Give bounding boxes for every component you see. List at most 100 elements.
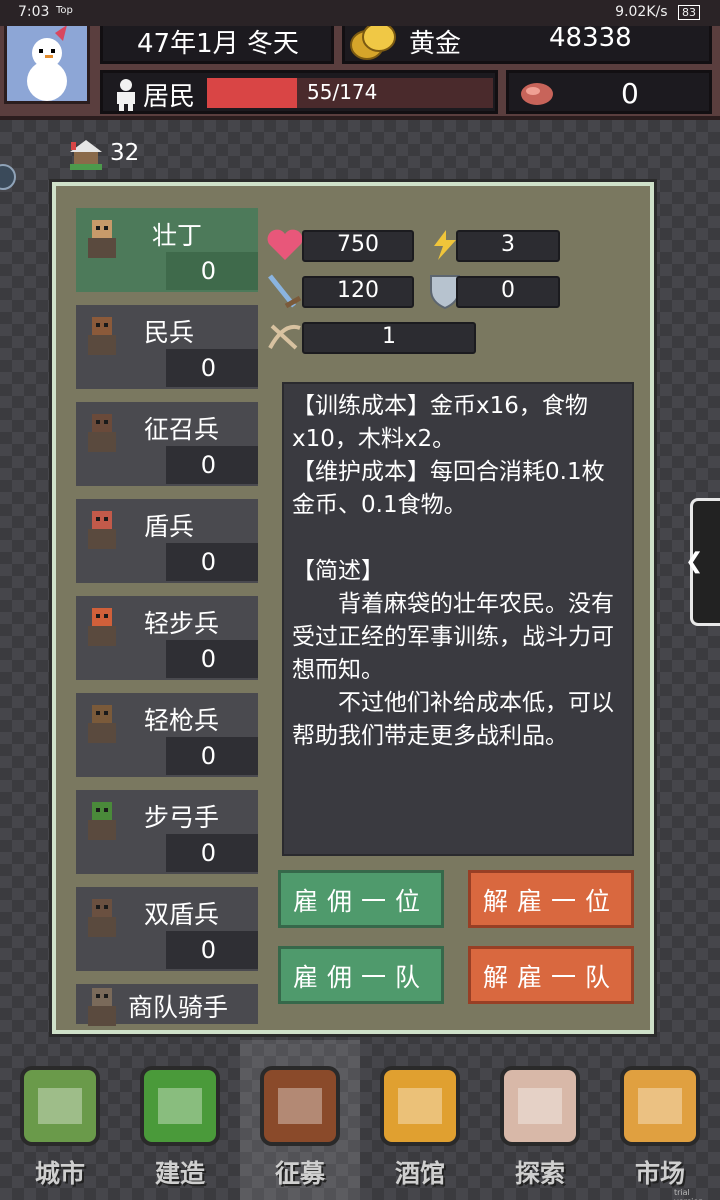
residents-value: 55/174 xyxy=(307,80,378,104)
city-icon xyxy=(14,1054,106,1158)
bottom-nav: 城市 建造 征募 酒馆 探索 市场 xyxy=(0,1040,720,1200)
stat-defense: 0 xyxy=(456,276,560,308)
nav-label: 探索 xyxy=(514,1159,565,1188)
stat-speed-value: 3 xyxy=(501,232,515,257)
map-icon xyxy=(494,1054,586,1158)
residents-progress-fill xyxy=(207,78,298,108)
unit-stats: 750 3 120 0 1 xyxy=(266,228,566,358)
stat-hp: 750 xyxy=(302,230,414,262)
nav-label: 酒馆 xyxy=(394,1159,445,1188)
residents-box: 居民 55/174 xyxy=(100,70,498,114)
light-spearman-icon xyxy=(82,703,122,745)
unit-name: 商队骑手 xyxy=(128,993,229,1022)
unit-item[interactable]: 轻枪兵 0 xyxy=(76,693,258,777)
stat-defense-value: 0 xyxy=(501,278,515,303)
unit-item[interactable]: 双盾兵 0 xyxy=(76,887,258,971)
unit-item[interactable]: 壮丁 0 xyxy=(76,208,258,292)
crossbow-icon xyxy=(266,318,304,358)
stat-hp-value: 750 xyxy=(337,232,379,257)
scale-icon xyxy=(614,1054,706,1158)
food-box: 0 xyxy=(506,70,712,114)
side-menu-icon[interactable] xyxy=(0,164,16,190)
residents-progress: 55/174 xyxy=(207,78,493,108)
date-text: 47年1月 冬天 xyxy=(137,29,299,59)
sword-icon xyxy=(266,272,304,316)
unit-count: 0 xyxy=(166,252,258,290)
unit-count: 0 xyxy=(166,349,258,387)
unit-count: 0 xyxy=(166,834,258,872)
watermark: trial version xyxy=(674,1188,703,1200)
house-icon xyxy=(66,134,106,176)
status-top-badge: Top xyxy=(56,5,73,16)
unit-name: 轻枪兵 xyxy=(144,706,220,735)
stat-range-value: 1 xyxy=(382,324,396,349)
unit-count: 0 xyxy=(166,737,258,775)
status-bar: 7:03 Top 9.02K/s 83 xyxy=(0,0,720,26)
status-right: 9.02K/s 83 xyxy=(615,4,700,20)
nav-item[interactable]: 探索 xyxy=(480,1040,600,1200)
nav-label: 征募 xyxy=(274,1159,325,1188)
meat-icon xyxy=(519,79,555,116)
person-icon xyxy=(111,77,141,118)
nav-item[interactable]: 市场 xyxy=(600,1040,720,1200)
nav-label: 建造 xyxy=(154,1159,205,1188)
side-drawer-handle[interactable]: ❮ xyxy=(685,498,720,626)
hire-team-button[interactable]: 雇佣一队 xyxy=(278,946,444,1004)
gold-value: 48338 xyxy=(549,23,632,53)
unit-item[interactable]: 商队骑手 xyxy=(76,984,258,1026)
unit-name: 轻步兵 xyxy=(144,609,220,638)
food-value: 0 xyxy=(621,77,639,110)
recruit-panel: 壮丁 0 民兵 0 征召兵 0 盾兵 0 轻步兵 0 轻枪兵 0 步弓手 0 双盾兵 0 商队骑手 750 3 … xyxy=(52,182,654,1034)
unit-name: 步弓手 xyxy=(144,803,220,832)
caravan-rider-icon xyxy=(82,986,122,1028)
gold-label: 黄金 xyxy=(409,29,462,59)
unit-count: 0 xyxy=(166,446,258,484)
archer-icon xyxy=(82,800,122,842)
unit-item[interactable]: 盾兵 0 xyxy=(76,499,258,583)
beer-icon xyxy=(374,1054,466,1158)
housing-indicator: 32 xyxy=(66,134,166,174)
chevron-left-icon: ❮ xyxy=(685,549,704,574)
stat-attack: 120 xyxy=(302,276,414,308)
unit-item[interactable]: 民兵 0 xyxy=(76,305,258,389)
housing-count: 32 xyxy=(110,140,140,166)
nav-item[interactable]: 建造 xyxy=(120,1040,240,1200)
battery-level: 83 xyxy=(682,6,696,19)
nav-label: 城市 xyxy=(34,1159,85,1188)
fire-one-button[interactable]: 解雇一位 xyxy=(468,870,634,928)
double-shield-icon xyxy=(82,897,122,939)
nav-label: 市场 xyxy=(634,1159,685,1188)
conscript-icon xyxy=(82,412,122,454)
snowman-icon[interactable] xyxy=(4,20,90,104)
shovel-icon xyxy=(134,1054,226,1158)
heart-icon xyxy=(266,228,304,266)
unit-count: 0 xyxy=(166,640,258,678)
status-time: 7:03 xyxy=(18,4,50,20)
unit-description: 【训练成本】金币x16，食物x10，木料x2。 【维护成本】每回合消耗0.1枚金… xyxy=(282,382,634,856)
militia-icon xyxy=(82,315,122,357)
unit-item[interactable]: 轻步兵 0 xyxy=(76,596,258,680)
nav-item[interactable]: 征募 xyxy=(240,1040,360,1200)
nav-item[interactable]: 酒馆 xyxy=(360,1040,480,1200)
unit-name: 民兵 xyxy=(144,318,195,347)
stat-range: 1 xyxy=(302,322,476,354)
unit-count: 0 xyxy=(166,931,258,969)
shield-soldier-icon xyxy=(82,509,122,551)
unit-item[interactable]: 步弓手 0 xyxy=(76,790,258,874)
fire-team-button[interactable]: 解雇一队 xyxy=(468,946,634,1004)
unit-name: 壮丁 xyxy=(152,221,203,250)
gold-coins-icon xyxy=(349,19,399,68)
status-network: 9.02K/s xyxy=(615,4,668,20)
unit-item[interactable]: 征召兵 0 xyxy=(76,402,258,486)
unit-count: 0 xyxy=(166,543,258,581)
stat-attack-value: 120 xyxy=(337,278,379,303)
peasant-icon xyxy=(82,218,122,260)
unit-name: 双盾兵 xyxy=(144,900,220,929)
stat-speed: 3 xyxy=(456,230,560,262)
nav-item[interactable]: 城市 xyxy=(0,1040,120,1200)
battery-icon: 83 xyxy=(678,5,700,20)
unit-name: 征召兵 xyxy=(144,415,220,444)
residents-label: 居民 xyxy=(143,82,196,112)
unit-name: 盾兵 xyxy=(144,512,195,541)
hire-one-button[interactable]: 雇佣一位 xyxy=(278,870,444,928)
